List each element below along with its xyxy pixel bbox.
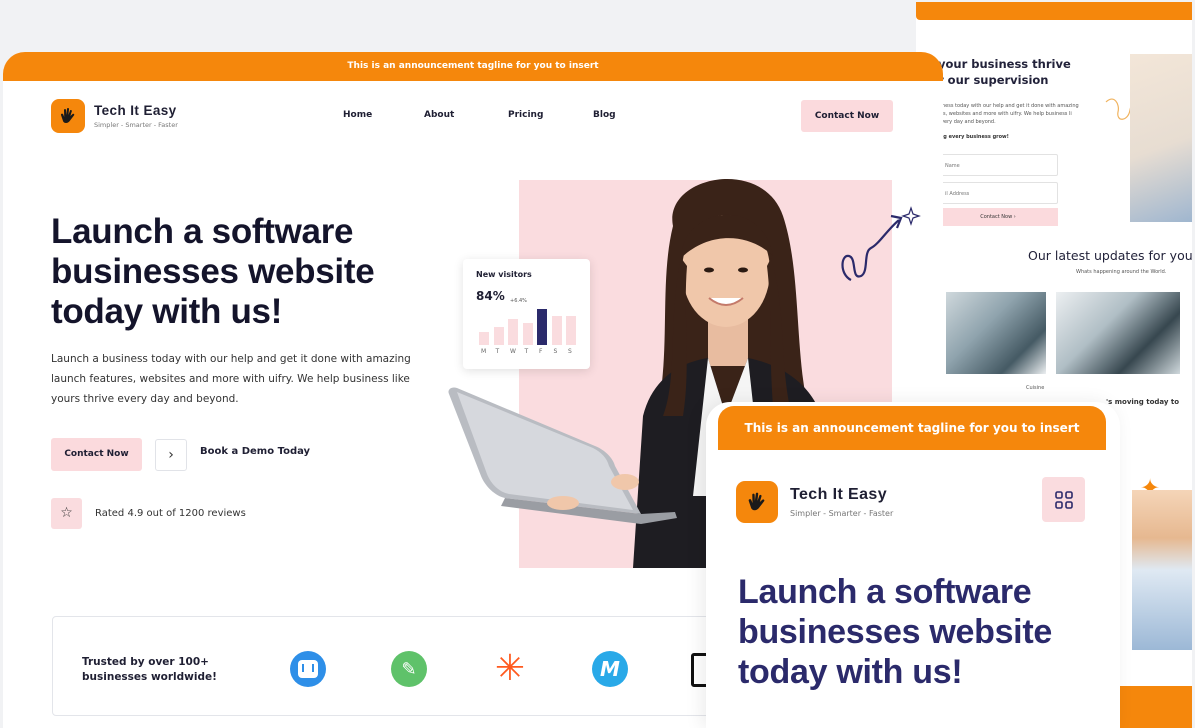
brand-logo[interactable] — [51, 99, 85, 133]
meeting-photo-1 — [944, 290, 1048, 376]
hero-title: Launch a software businesses website tod… — [51, 212, 375, 332]
trusted-line: businesses worldwide! — [82, 671, 217, 683]
mobile-brand-tagline: Simpler - Smarter - Faster — [790, 509, 894, 518]
announcement-bar: This is an announcement tagline for you … — [3, 52, 943, 81]
trusted-line: Trusted by over 100+ — [82, 656, 209, 668]
back-headline-line: your business thrive — [938, 57, 1071, 71]
visitors-bar — [508, 319, 518, 345]
hero-title-line: businesses website — [51, 252, 375, 291]
back-body-line: siness today with our help and get it do… — [938, 103, 1079, 109]
hand-logo-icon — [60, 108, 75, 123]
back-email-field[interactable]: il Address — [938, 182, 1058, 204]
visitors-bar — [522, 323, 533, 345]
nav-pricing[interactable]: Pricing — [508, 110, 543, 120]
brand-name: Tech It Easy — [94, 103, 177, 118]
intercom-logo-icon — [290, 651, 326, 687]
back-body-line: every day and beyond. — [938, 119, 996, 125]
hero-contact-button[interactable]: Contact Now — [51, 438, 142, 471]
laptop-image — [448, 387, 677, 524]
rating-star-badge: ☆ — [51, 498, 82, 529]
green-brand-logo-icon: ✎ — [391, 651, 427, 687]
hero-description-line: Launch a business today with our help an… — [51, 353, 411, 365]
hero-description: Launch a business today with our help an… — [51, 349, 411, 409]
nav-about[interactable]: About — [424, 110, 454, 120]
back-subtitle: ing every business grow! — [938, 134, 1009, 140]
rating-text: Rated 4.9 out of 1200 reviews — [95, 508, 246, 519]
back-name-field[interactable]: Name — [938, 154, 1058, 176]
curly-arrow-icon — [841, 206, 921, 281]
mobile-brand-name: Tech It Easy — [790, 486, 887, 503]
back-headline-line: r our supervision — [938, 73, 1049, 87]
star-icon: ☆ — [60, 505, 73, 521]
back-contact-button[interactable]: Contact Now › — [938, 208, 1058, 226]
hero-title-line: today with us! — [51, 292, 283, 331]
hero-description-line: launch features, websites and more with … — [51, 373, 410, 385]
visitors-bar — [493, 327, 504, 345]
visitors-day-label: F — [539, 348, 543, 355]
m-brand-logo-icon: M — [592, 651, 628, 687]
visitors-change: +6.4% — [510, 298, 527, 304]
mobile-hero-title-line: businesses website — [738, 613, 1052, 651]
visitors-bar — [566, 316, 576, 345]
visitors-bar-chart — [479, 309, 579, 345]
zapier-logo-icon: ✳ — [494, 648, 526, 689]
back-body-line: res, websites and more with uifry. We he… — [938, 111, 1072, 117]
back-section-subtitle: Whats happening around the World. — [1076, 269, 1167, 275]
visitors-day-label: S — [568, 348, 572, 355]
back-headline: your business thrive r our supervision — [938, 56, 1098, 88]
mobile-brand-logo[interactable] — [736, 481, 778, 523]
back-body: siness today with our help and get it do… — [938, 102, 1098, 126]
visitors-day-label: S — [553, 348, 558, 355]
grid-menu-icon — [1054, 490, 1073, 509]
visitors-day-label: W — [510, 348, 516, 355]
back-moving-text: 's moving today to — [1106, 398, 1180, 406]
brand-tagline: Simpler - Smarter - Faster — [94, 121, 178, 129]
visitors-day-label: T — [495, 348, 500, 355]
back-contact-label: Contact Now — [980, 214, 1013, 220]
nav-blog[interactable]: Blog — [593, 110, 616, 120]
chevron-right-icon: › — [168, 447, 174, 463]
trusted-text: Trusted by over 100+ businesses worldwid… — [82, 655, 217, 685]
back-announcement-bar — [916, 2, 1192, 20]
mobile-hero-title-line: Launch a software — [738, 573, 1032, 611]
mobile-announcement-bar: This is an announcement tagline for you … — [718, 406, 1106, 450]
mobile-hero-title-line: today with us! — [738, 653, 963, 691]
visitors-day-labels: MTWTFSS — [479, 348, 579, 356]
visitors-bar — [551, 316, 562, 345]
hero-description-line: yours thrive every day and beyond. — [51, 393, 239, 405]
visitors-bar — [537, 309, 547, 345]
mobile-page-preview: This is an announcement tagline for you … — [706, 402, 1120, 728]
new-visitors-card: New visitors 84% +6.4% M T W T F S S — [463, 259, 590, 369]
hand-logo-icon — [748, 492, 765, 511]
book-demo-link[interactable]: Book a Demo Today — [200, 446, 310, 457]
visitors-bar — [479, 332, 489, 345]
mobile-hero-title: Launch a software businesses website tod… — [738, 572, 1052, 692]
meeting-photo-2 — [1054, 290, 1182, 376]
visitors-title: New visitors — [476, 270, 532, 279]
back-hero-photo — [1130, 54, 1192, 222]
visitors-day-label: M — [481, 348, 487, 355]
back-person-photo — [1132, 490, 1192, 650]
nav-home[interactable]: Home — [343, 110, 372, 120]
hero-title-line: Launch a software — [51, 212, 354, 251]
visitors-value: 84% — [476, 289, 505, 303]
visitors-day-label: T — [524, 348, 529, 355]
header-contact-button[interactable]: Contact Now — [801, 100, 893, 132]
mobile-menu-button[interactable] — [1042, 477, 1085, 522]
book-demo-arrow-button[interactable]: › — [155, 439, 187, 471]
back-caption: Cuisine — [1026, 385, 1045, 391]
back-section-title: Our latest updates for you he — [1028, 248, 1192, 263]
